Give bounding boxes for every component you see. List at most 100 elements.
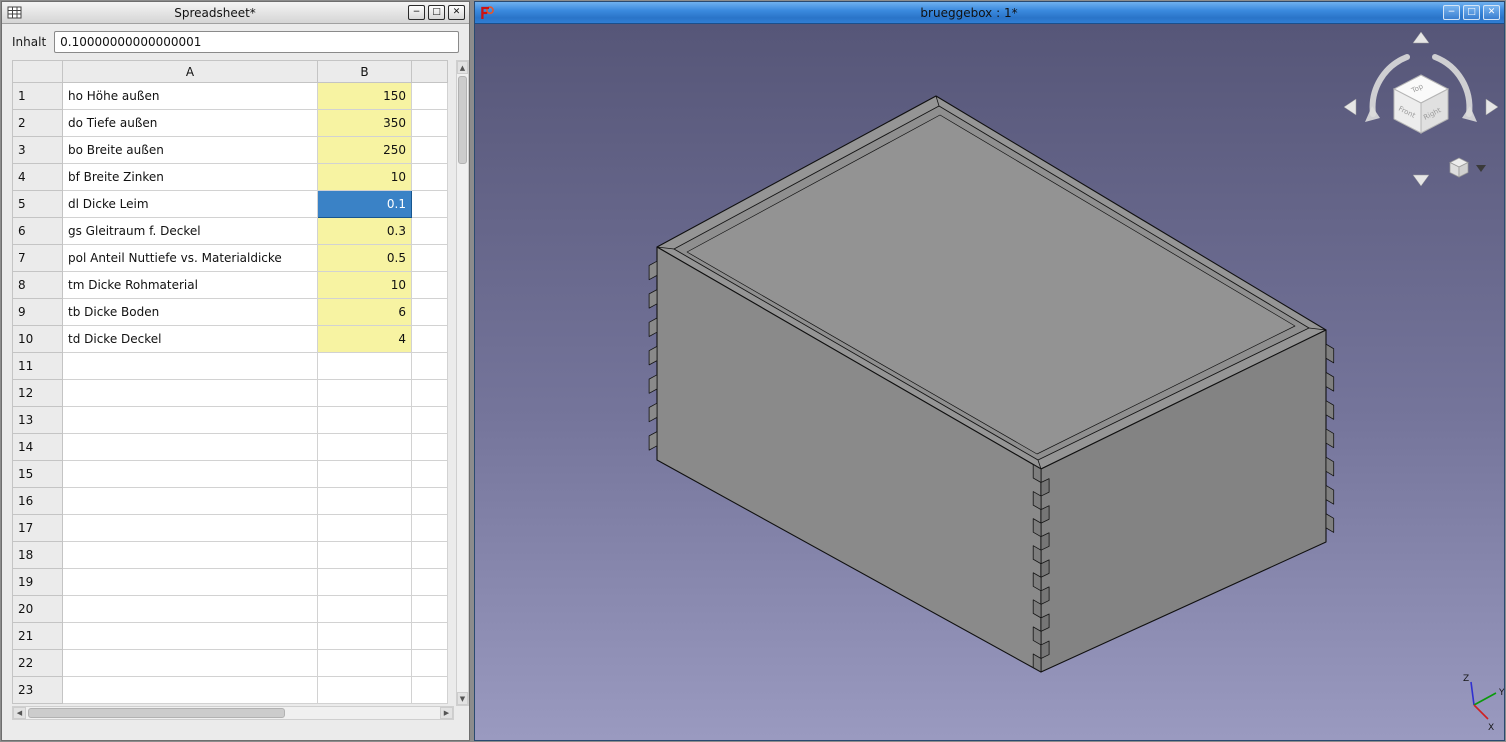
cell-A21[interactable]	[63, 623, 318, 650]
cell-B17[interactable]	[318, 515, 412, 542]
cell-extra-4[interactable]	[412, 164, 448, 191]
cell-extra-8[interactable]	[412, 272, 448, 299]
cell-B22[interactable]	[318, 650, 412, 677]
cell-B5[interactable]: 0.1	[318, 191, 412, 218]
cell-extra-22[interactable]	[412, 650, 448, 677]
horizontal-scroll-track[interactable]	[26, 707, 440, 719]
row-header-14[interactable]: 14	[13, 434, 63, 461]
row-header-10[interactable]: 10	[13, 326, 63, 353]
cell-A11[interactable]	[63, 353, 318, 380]
nav-mini-cube-icon[interactable]	[1450, 158, 1468, 177]
cell-B16[interactable]	[318, 488, 412, 515]
cell-content-input[interactable]	[54, 31, 459, 53]
scroll-right-icon[interactable]: ▶	[440, 707, 453, 719]
cell-B12[interactable]	[318, 380, 412, 407]
cell-A20[interactable]	[63, 596, 318, 623]
row-header-7[interactable]: 7	[13, 245, 63, 272]
3d-viewport[interactable]: Top Front Right Z Y X	[475, 24, 1504, 740]
cell-B9[interactable]: 6	[318, 299, 412, 326]
cell-A7[interactable]: pol Anteil Nuttiefe vs. Materialdicke	[63, 245, 318, 272]
minimize-button[interactable]: −	[1443, 5, 1460, 20]
cell-B1[interactable]: 150	[318, 83, 412, 110]
cell-B6[interactable]: 0.3	[318, 218, 412, 245]
row-header-22[interactable]: 22	[13, 650, 63, 677]
cell-A22[interactable]	[63, 650, 318, 677]
row-header-23[interactable]: 23	[13, 677, 63, 704]
row-header-16[interactable]: 16	[13, 488, 63, 515]
scroll-down-icon[interactable]: ▼	[457, 692, 468, 705]
cell-extra-14[interactable]	[412, 434, 448, 461]
row-header-1[interactable]: 1	[13, 83, 63, 110]
row-header-12[interactable]: 12	[13, 380, 63, 407]
cell-B21[interactable]	[318, 623, 412, 650]
minimize-button[interactable]: −	[408, 5, 425, 20]
cell-B19[interactable]	[318, 569, 412, 596]
maximize-button[interactable]: □	[1463, 5, 1480, 20]
cell-A2[interactable]: do Tiefe außen	[63, 110, 318, 137]
viewport-titlebar[interactable]: brueggebox : 1* − □ ✕	[475, 2, 1504, 24]
cell-B11[interactable]	[318, 353, 412, 380]
row-header-15[interactable]: 15	[13, 461, 63, 488]
cell-A13[interactable]	[63, 407, 318, 434]
cell-A18[interactable]	[63, 542, 318, 569]
cell-B7[interactable]: 0.5	[318, 245, 412, 272]
row-header-18[interactable]: 18	[13, 542, 63, 569]
cell-extra-15[interactable]	[412, 461, 448, 488]
corner-cell[interactable]	[13, 61, 63, 83]
cell-B8[interactable]: 10	[318, 272, 412, 299]
cell-A6[interactable]: gs Gleitraum f. Deckel	[63, 218, 318, 245]
row-header-4[interactable]: 4	[13, 164, 63, 191]
cell-extra-20[interactable]	[412, 596, 448, 623]
cell-A8[interactable]: tm Dicke Rohmaterial	[63, 272, 318, 299]
vertical-scroll-thumb[interactable]	[458, 76, 467, 164]
vertical-scroll-track[interactable]	[457, 74, 468, 692]
cell-B18[interactable]	[318, 542, 412, 569]
scroll-left-icon[interactable]: ◀	[13, 707, 26, 719]
cell-extra-5[interactable]	[412, 191, 448, 218]
row-header-20[interactable]: 20	[13, 596, 63, 623]
cell-extra-11[interactable]	[412, 353, 448, 380]
row-header-13[interactable]: 13	[13, 407, 63, 434]
cell-extra-19[interactable]	[412, 569, 448, 596]
cell-extra-13[interactable]	[412, 407, 448, 434]
horizontal-scrollbar[interactable]: ◀ ▶	[12, 706, 454, 720]
cell-extra-2[interactable]	[412, 110, 448, 137]
cell-B14[interactable]	[318, 434, 412, 461]
cell-extra-1[interactable]	[412, 83, 448, 110]
row-header-11[interactable]: 11	[13, 353, 63, 380]
maximize-button[interactable]: □	[428, 5, 445, 20]
cell-A23[interactable]	[63, 677, 318, 704]
cell-A19[interactable]	[63, 569, 318, 596]
cell-extra-23[interactable]	[412, 677, 448, 704]
cell-extra-6[interactable]	[412, 218, 448, 245]
cell-B3[interactable]: 250	[318, 137, 412, 164]
row-header-8[interactable]: 8	[13, 272, 63, 299]
cell-extra-9[interactable]	[412, 299, 448, 326]
cell-A10[interactable]: td Dicke Deckel	[63, 326, 318, 353]
row-header-6[interactable]: 6	[13, 218, 63, 245]
horizontal-scroll-thumb[interactable]	[28, 708, 285, 718]
cell-B2[interactable]: 350	[318, 110, 412, 137]
cell-extra-18[interactable]	[412, 542, 448, 569]
cell-extra-12[interactable]	[412, 380, 448, 407]
viewport-canvas[interactable]: Top Front Right Z Y X	[475, 24, 1504, 740]
cell-extra-16[interactable]	[412, 488, 448, 515]
cell-extra-7[interactable]	[412, 245, 448, 272]
cell-extra-21[interactable]	[412, 623, 448, 650]
row-header-5[interactable]: 5	[13, 191, 63, 218]
cell-A1[interactable]: ho Höhe außen	[63, 83, 318, 110]
scroll-up-icon[interactable]: ▲	[457, 61, 468, 74]
cell-extra-10[interactable]	[412, 326, 448, 353]
column-header-extra[interactable]	[412, 61, 448, 83]
cell-A3[interactable]: bo Breite außen	[63, 137, 318, 164]
row-header-9[interactable]: 9	[13, 299, 63, 326]
cell-A14[interactable]	[63, 434, 318, 461]
cell-B4[interactable]: 10	[318, 164, 412, 191]
column-header-b[interactable]: B	[318, 61, 412, 83]
row-header-3[interactable]: 3	[13, 137, 63, 164]
spreadsheet-titlebar[interactable]: Spreadsheet* − □ ✕	[2, 2, 469, 24]
row-header-21[interactable]: 21	[13, 623, 63, 650]
cell-B15[interactable]	[318, 461, 412, 488]
column-header-a[interactable]: A	[63, 61, 318, 83]
cell-A9[interactable]: tb Dicke Boden	[63, 299, 318, 326]
